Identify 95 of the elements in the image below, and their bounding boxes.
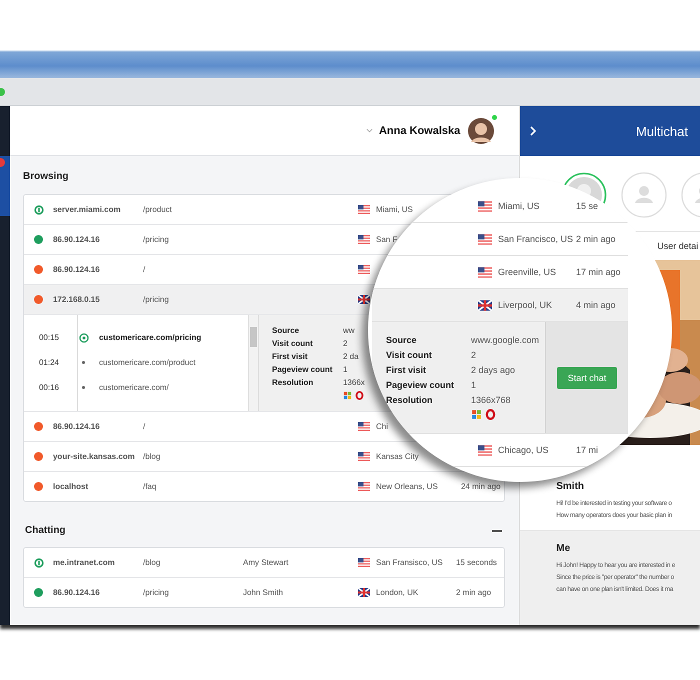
flag-icon xyxy=(358,265,370,274)
flag-icon xyxy=(358,452,370,461)
chevron-icon[interactable] xyxy=(530,126,536,136)
flag-icon xyxy=(478,444,492,456)
panel-title: Multichat xyxy=(636,124,688,138)
city-text: San F xyxy=(376,235,398,244)
host-text: server.miami.com xyxy=(52,205,121,214)
time-text: 4 min ago xyxy=(576,300,616,310)
flag-icon xyxy=(358,205,370,214)
visit-time: 00:16 xyxy=(38,383,60,392)
time-text: 2 min ago xyxy=(576,234,616,244)
path-text: / xyxy=(142,422,146,431)
path-text: / xyxy=(142,265,146,274)
flag-icon xyxy=(358,235,370,244)
detail-label: Pageview count xyxy=(386,380,456,390)
detail-label: Resolution xyxy=(272,378,314,387)
host-text: your-site.kansas.com xyxy=(52,452,135,461)
detail-label: Pageview count xyxy=(272,365,334,374)
flag-icon xyxy=(478,300,492,310)
path-text: /pricing xyxy=(142,588,169,597)
section-title: Browsing xyxy=(22,171,69,183)
user-name[interactable]: Anna Kowalska xyxy=(378,124,460,136)
flag-icon xyxy=(358,482,370,491)
path-text: /faq xyxy=(142,482,156,491)
path-text: /pricing xyxy=(142,295,169,304)
detail-label: Visit count xyxy=(272,339,314,348)
host-text: 86.90.124.16 xyxy=(52,235,100,244)
city-text: San Fransisco, US xyxy=(376,558,443,567)
detail-value: 2 da xyxy=(342,352,359,361)
visit-url: customericare.com/pricing xyxy=(98,333,202,342)
visit-url: customericare.com/ xyxy=(98,383,169,392)
visitor-name: Amy Stewart xyxy=(242,558,288,567)
windows-icon xyxy=(471,409,482,420)
host-text: localhost xyxy=(52,482,88,491)
city-text: Kansas City xyxy=(376,452,419,461)
flag-icon xyxy=(478,266,492,278)
host-text: me.intranet.com xyxy=(52,558,115,567)
caret-icon[interactable] xyxy=(366,128,373,133)
city-text: Chi xyxy=(376,422,388,431)
message-author: Me xyxy=(556,543,570,554)
flag-icon xyxy=(478,200,492,212)
opera-icon xyxy=(485,409,496,420)
path-text: /blog xyxy=(142,558,160,567)
path-text: /product xyxy=(142,205,172,214)
flag-icon xyxy=(358,558,370,567)
windows-icon xyxy=(342,391,352,400)
visit-time: 00:15 xyxy=(38,333,60,342)
detail-value: 2 xyxy=(471,350,476,360)
city-text: London, UK xyxy=(376,588,418,597)
section-title: User detai xyxy=(657,241,698,251)
detail-value: 1 xyxy=(342,365,348,374)
detail-label: Source xyxy=(386,334,418,344)
detail-label: Resolution xyxy=(386,394,434,404)
message-author: Smith xyxy=(556,481,584,492)
detail-label: Source xyxy=(272,326,300,335)
flag-icon xyxy=(358,588,370,597)
path-text: /pricing xyxy=(142,235,169,244)
detail-label: Visit count xyxy=(386,350,433,360)
visit-url: customericare.com/product xyxy=(98,358,196,367)
detail-value: 2 xyxy=(342,339,348,348)
sidebar-item[interactable] xyxy=(0,156,10,216)
city-text: New Orleans, US xyxy=(376,482,438,491)
detail-value: 1366x xyxy=(342,378,365,387)
detail-value: ww xyxy=(342,326,355,335)
detail-value: 2 days ago xyxy=(471,364,516,374)
avatar-icon[interactable] xyxy=(468,118,494,144)
time-text: 17 min ago xyxy=(576,267,621,277)
visit-time: 01:24 xyxy=(38,358,60,367)
opera-icon xyxy=(354,391,364,400)
path-text: /blog xyxy=(142,452,160,461)
visitor-row[interactable]: Greenville, US 17 min ago xyxy=(372,256,628,289)
visitor-name: John Smith xyxy=(242,588,284,597)
city-text: Miami, US xyxy=(376,205,413,214)
host-text: 172.168.0.15 xyxy=(52,295,100,304)
detail-value: www.google.com xyxy=(471,334,540,344)
detail-value: 1 xyxy=(471,380,476,390)
flag-icon xyxy=(358,422,370,431)
host-text: 86.90.124.16 xyxy=(52,422,100,431)
scrollbar[interactable] xyxy=(248,315,259,411)
time-text: 24 min ago xyxy=(460,482,501,491)
flag-icon xyxy=(478,234,492,244)
time-text: 15 seconds xyxy=(456,558,497,567)
detail-label: First visit xyxy=(272,352,309,361)
host-text: 86.90.124.16 xyxy=(52,588,100,597)
detail-value: 1366x768 xyxy=(471,394,511,404)
section-title: Chatting xyxy=(24,525,66,537)
visitor-row[interactable]: localhost /faq New Orleans, US 24 min ago xyxy=(24,472,504,501)
chat-row[interactable]: me.intranet.com /blog Amy Stewart San Fransisco, US 15 seconds xyxy=(24,548,504,578)
time-text: 17 mi xyxy=(576,445,598,455)
visitor-row[interactable]: Liverpool, UK 4 min ago xyxy=(372,289,628,322)
chat-row[interactable]: 86.90.124.16 /pricing John Smith London, UK 2 min ago xyxy=(24,578,504,607)
time-text: 2 min ago xyxy=(456,588,492,597)
detail-label: First visit xyxy=(386,364,428,374)
host-text: 86.90.124.16 xyxy=(52,265,100,274)
time-text: 15 se xyxy=(576,201,598,211)
